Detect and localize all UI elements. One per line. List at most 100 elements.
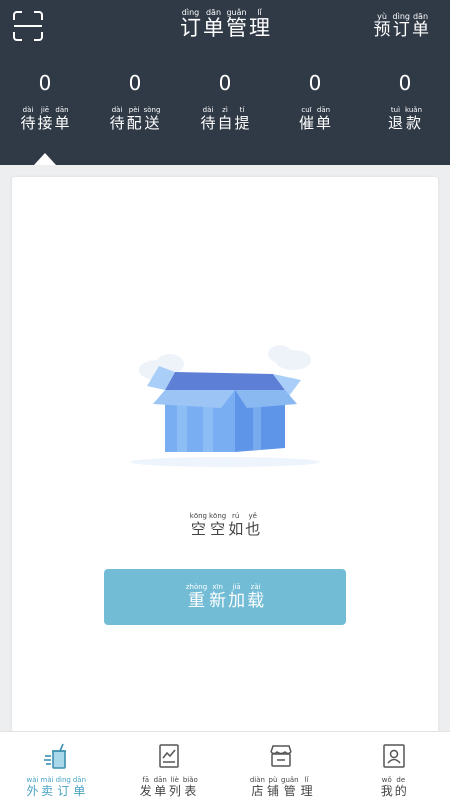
hanzi: 卖	[41, 785, 54, 798]
pending-accept-label: dài待jiē接dān单	[19, 106, 70, 132]
tab-mine-label: wǒ我de的	[380, 776, 408, 798]
tab-char: dìng订	[56, 776, 71, 798]
label-char: cuī催	[299, 106, 314, 132]
tab-char: fā发	[140, 776, 152, 798]
empty-state-text: kōng空kōng空rú如yě也	[12, 512, 438, 538]
label-char: dài待	[110, 106, 125, 132]
bottom-tab-bar: wài外mài卖dìng订dān单 fā发dān单liè列biǎo表 diàn店…	[0, 731, 450, 801]
title-char: dìng订	[180, 8, 201, 40]
hanzi: 预	[374, 21, 391, 40]
reload-button[interactable]: zhòng重xīn新jiā加zài载	[104, 569, 346, 625]
empty-char: rú如	[228, 512, 243, 538]
hanzi: 铺	[267, 785, 279, 798]
pending-delivery-label: dài待pèi配sòng送	[109, 106, 162, 132]
pending-pickup-count: 0	[219, 70, 232, 96]
hanzi: 单	[154, 785, 167, 798]
hanzi: 管	[226, 17, 247, 40]
reserve-char: dān单	[412, 12, 429, 40]
label-char: tí提	[235, 106, 250, 132]
order-list-panel: kōng空kōng空rú如yě也 zhòng重xīn新jiā加zài载	[12, 177, 438, 737]
reserve-char: yù预	[374, 12, 391, 40]
hanzi: 载	[247, 592, 264, 611]
refunds-count: 0	[399, 70, 412, 96]
tab-pending-accept[interactable]: 0 dài待jiē接dān单	[0, 70, 90, 145]
hanzi: 送	[144, 115, 161, 132]
tab-char: wǒ我	[381, 776, 393, 798]
empty-box-icon	[125, 342, 325, 472]
tab-mine[interactable]: wǒ我de的	[338, 732, 450, 801]
hanzi: 空	[209, 521, 226, 538]
hanzi: 店	[250, 785, 265, 798]
hanzi: 新	[209, 592, 226, 611]
hanzi: 待	[200, 115, 215, 132]
label-char: dān单	[316, 106, 331, 132]
hanzi: 单	[55, 115, 70, 132]
tab-char: dān单	[154, 776, 167, 798]
hanzi: 单	[73, 785, 86, 798]
label-char: tuì退	[388, 106, 403, 132]
reload-char: zhòng重	[186, 583, 207, 611]
title-char: lǐ理	[249, 8, 270, 40]
hanzi: 订	[393, 21, 410, 40]
hanzi: 管	[281, 785, 299, 798]
hanzi: 订	[180, 17, 201, 40]
tab-char: liè列	[169, 776, 181, 798]
pending-pickup-label: dài待zì自tí提	[199, 106, 250, 132]
title-char: dān单	[203, 8, 224, 40]
tab-char: de的	[395, 776, 407, 798]
reload-char: jiā加	[228, 583, 245, 611]
reminders-label: cuī催dān单	[298, 106, 332, 132]
hanzi: 列	[169, 785, 181, 798]
reload-char: xīn新	[209, 583, 226, 611]
takeout-cup-icon	[42, 742, 70, 770]
tab-takeout-orders[interactable]: wài外mài卖dìng订dān单	[0, 732, 113, 801]
hanzi: 催	[299, 115, 314, 132]
tab-dispatch-list-label: fā发dān单liè列biǎo表	[139, 776, 199, 798]
hanzi: 的	[395, 785, 407, 798]
tab-dispatch-list[interactable]: fā发dān单liè列biǎo表	[113, 732, 226, 801]
tab-pending-delivery[interactable]: 0 dài待pèi配sòng送	[90, 70, 180, 145]
reload-char: zài载	[247, 583, 264, 611]
tab-refunds[interactable]: 0 tuì退kuǎn款	[360, 70, 450, 145]
label-char: dān单	[55, 106, 70, 132]
hanzi: 我	[381, 785, 393, 798]
empty-char: kōng空	[209, 512, 226, 538]
pending-accept-count: 0	[39, 70, 52, 96]
tab-char: diàn店	[250, 776, 265, 798]
label-char: kuǎn款	[405, 106, 422, 132]
reserve-char: dìng订	[393, 12, 410, 40]
reminders-count: 0	[309, 70, 322, 96]
active-tab-indicator	[34, 153, 56, 165]
header: dìng订dān单guǎn管lǐ理 yù预dìng订dān单 0 dài待jiē…	[0, 0, 450, 165]
empty-char: kōng空	[190, 512, 207, 538]
hanzi: 配	[127, 115, 142, 132]
hanzi: 如	[228, 521, 243, 538]
hanzi: 待	[110, 115, 125, 132]
tab-char: dān单	[73, 776, 86, 798]
hanzi: 单	[203, 17, 224, 40]
tab-pending-pickup[interactable]: 0 dài待zì自tí提	[180, 70, 270, 145]
reserve-orders-button[interactable]: yù预dìng订dān单	[373, 12, 430, 40]
label-char: pèi配	[127, 106, 142, 132]
tab-takeout-orders-label: wài外mài卖dìng订dān单	[25, 776, 87, 798]
hanzi: 退	[388, 115, 403, 132]
hanzi: 表	[183, 785, 198, 798]
pending-delivery-count: 0	[129, 70, 142, 96]
label-char: sòng送	[144, 106, 161, 132]
tab-char: pù铺	[267, 776, 279, 798]
hanzi: 接	[37, 115, 52, 132]
label-char: dài待	[200, 106, 215, 132]
hanzi: 重	[186, 592, 207, 611]
tab-reminders[interactable]: 0 cuī催dān单	[270, 70, 360, 145]
tab-store-management[interactable]: diàn店pù铺guǎn管lǐ理	[225, 732, 338, 801]
hanzi: 空	[190, 521, 207, 538]
order-list-icon	[155, 742, 183, 770]
label-char: jiē接	[37, 106, 52, 132]
hanzi: 加	[228, 592, 245, 611]
tab-char: biǎo表	[183, 776, 198, 798]
hanzi: 单	[412, 21, 429, 40]
hanzi: 待	[20, 115, 35, 132]
hanzi: 提	[235, 115, 250, 132]
hanzi: 发	[140, 785, 152, 798]
hanzi: 外	[26, 785, 38, 798]
